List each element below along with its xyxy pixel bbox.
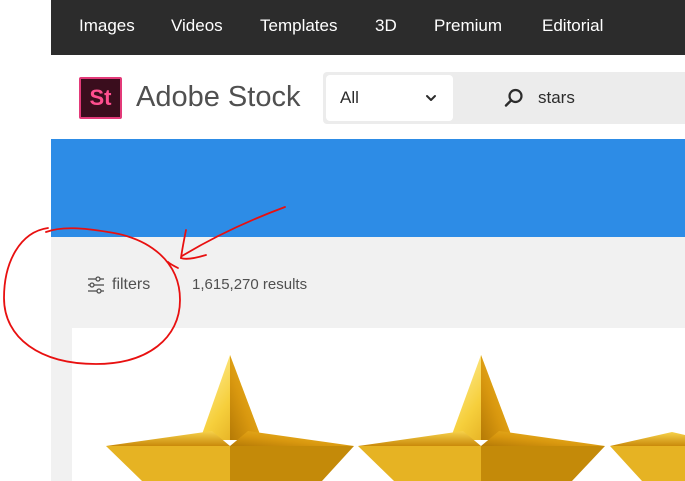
sliders-icon <box>88 276 104 294</box>
adobe-stock-logo[interactable]: St <box>79 77 122 119</box>
stars-image <box>106 355 685 481</box>
search-input[interactable] <box>538 86 678 110</box>
star-2 <box>358 355 605 481</box>
nav-item-3d[interactable]: 3D <box>375 16 397 36</box>
category-select[interactable]: All <box>326 75 453 121</box>
result-image-card[interactable] <box>72 328 685 481</box>
nav-item-templates[interactable]: Templates <box>260 16 337 36</box>
nav-item-images[interactable]: Images <box>79 16 135 36</box>
nav-item-videos[interactable]: Videos <box>171 16 223 36</box>
logo-text: St <box>89 85 112 110</box>
filters-label: filters <box>112 276 151 293</box>
page: Images Videos Templates 3D Premium Edito… <box>0 0 685 481</box>
blue-banner <box>51 139 685 237</box>
chevron-down-icon <box>426 95 436 101</box>
star-1 <box>106 355 354 481</box>
search-icon[interactable] <box>503 87 525 109</box>
results-count: 1,615,270 results <box>192 276 308 293</box>
nav-item-editorial[interactable]: Editorial <box>542 16 603 36</box>
nav-item-premium[interactable]: Premium <box>434 16 502 36</box>
brand-name[interactable]: Adobe Stock <box>136 80 300 114</box>
star-3 <box>610 432 685 481</box>
category-select-value: All <box>340 88 359 107</box>
